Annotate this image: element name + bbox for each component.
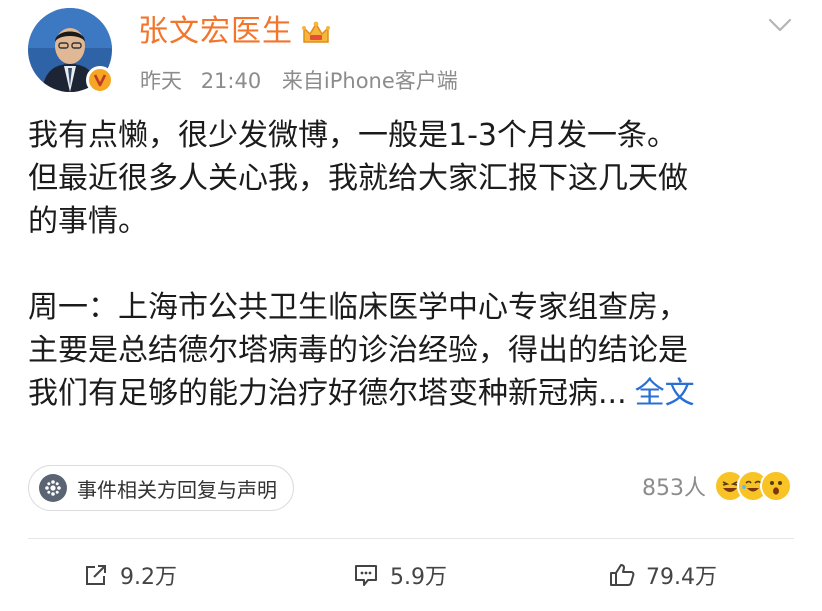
author-name[interactable]: 张文宏医生 bbox=[138, 12, 293, 52]
repost-icon bbox=[86, 565, 106, 585]
repost-button[interactable]: 9.2万 bbox=[82, 552, 177, 598]
read-more-link[interactable]: 全文 bbox=[635, 376, 695, 411]
divider bbox=[28, 538, 794, 539]
weibo-post-card: 张文宏医生 昨天 21:40 来自iPhone客户端 我有点懒，很少发微博，一般… bbox=[0, 0, 822, 611]
event-chip-label: 事件相关方回复与声明 bbox=[77, 477, 277, 502]
post-time: 21:40 bbox=[200, 69, 262, 93]
reaction-count: 853人 bbox=[642, 476, 706, 501]
post-text-line-last: 我们有足够的能力治疗好德尔塔变种新冠病... 全文 bbox=[28, 372, 798, 415]
verified-badge-icon bbox=[86, 66, 114, 94]
comment-count: 5.9万 bbox=[390, 565, 447, 590]
comment-button[interactable]: 5.9万 bbox=[352, 552, 447, 598]
post-text-line: 但最近很多人关心我，我就给大家汇报下这几天做 bbox=[28, 161, 688, 196]
author-row: 张文宏医生 bbox=[138, 12, 331, 52]
like-icon bbox=[610, 564, 635, 586]
post-text-line: 主要是总结德尔塔病毒的诊治经验，得出的结论是 bbox=[28, 333, 688, 368]
reaction-summary[interactable]: 853人 bbox=[642, 470, 792, 502]
like-count: 79.4万 bbox=[646, 565, 717, 590]
event-icon bbox=[39, 474, 67, 502]
surprised-emoji-icon bbox=[760, 470, 792, 502]
post-source: 来自iPhone客户端 bbox=[281, 69, 458, 93]
like-button[interactable]: 79.4万 bbox=[608, 552, 717, 598]
event-chip[interactable]: 事件相关方回复与声明 bbox=[28, 465, 294, 511]
comment-icon bbox=[355, 565, 377, 586]
post-text-line: 我有点懒，很少发微博，一般是1-3个月发一条。 bbox=[28, 118, 677, 153]
post-text-line: 周一：上海市公共卫生临床医学中心专家组查房， bbox=[28, 290, 688, 325]
chevron-down-icon[interactable] bbox=[768, 16, 792, 34]
reaction-emojis bbox=[714, 470, 792, 502]
repost-count: 9.2万 bbox=[120, 565, 177, 590]
post-text-truncated: 我们有足够的能力治疗好德尔塔变种新冠病... bbox=[28, 376, 627, 411]
post-text-line: 的事情。 bbox=[28, 204, 148, 239]
action-bar: 9.2万 5.9万 79.4万 bbox=[0, 552, 822, 598]
post-meta: 昨天 21:40 来自iPhone客户端 bbox=[140, 66, 458, 96]
post-day: 昨天 bbox=[140, 69, 182, 93]
crown-icon bbox=[302, 21, 330, 43]
post-content: 我有点懒，很少发微博，一般是1-3个月发一条。 但最近很多人关心我，我就给大家汇… bbox=[28, 114, 798, 415]
